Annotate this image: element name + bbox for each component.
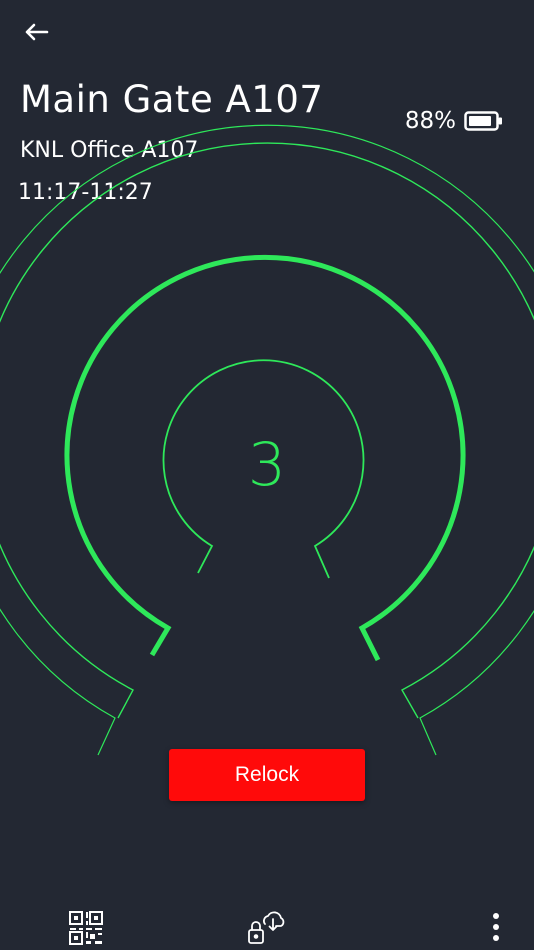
arrow-left-icon [25,23,49,41]
location-name: KNL Office A107 [20,138,199,163]
qr-code-icon [69,911,103,945]
unlock-countdown: 3 [247,430,287,500]
access-time-range: 11:17-11:27 [18,180,153,205]
battery-level-text: 88% [404,108,456,134]
page-title: Main Gate A107 [20,78,324,121]
lock-screen: Main Gate A107 KNL Office A107 11:17-11:… [0,0,534,950]
battery-status: 88% [405,108,504,134]
relock-button[interactable]: Relock [169,749,365,801]
more-options-button[interactable] [484,908,508,948]
back-button[interactable] [16,14,56,50]
more-vertical-icon [493,913,499,941]
qr-code-button[interactable] [68,910,104,946]
battery-icon [464,111,502,131]
lock-sync-button[interactable] [246,908,286,948]
lock-cloud-sync-icon [248,911,285,944]
